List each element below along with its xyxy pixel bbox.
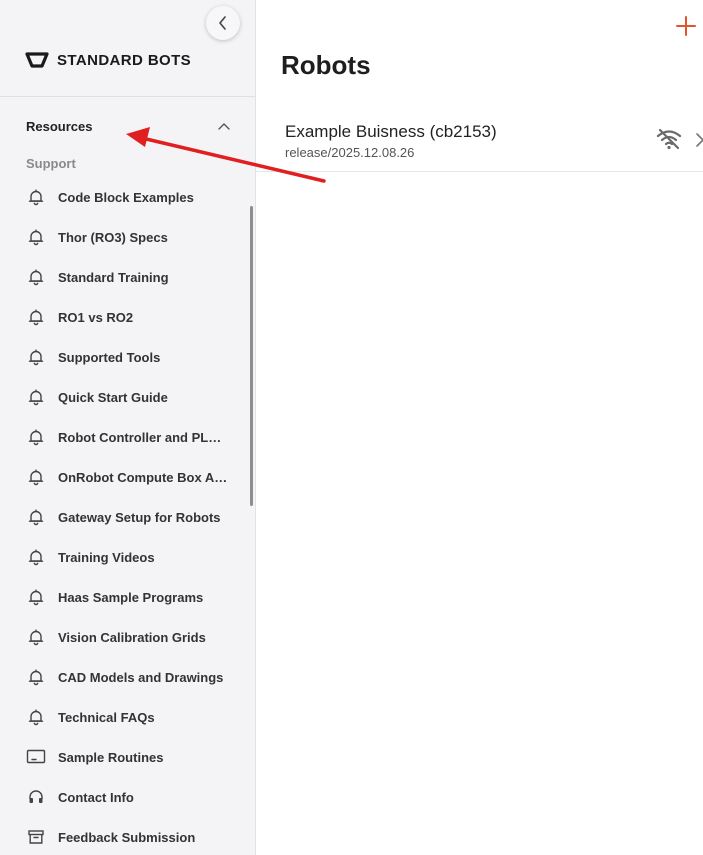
robot-version: release/2025.12.08.26 [285, 145, 415, 160]
bell-icon [26, 707, 46, 727]
bell-icon [26, 307, 46, 327]
sidebar-item[interactable]: Robot Controller and PLC Integration [0, 417, 255, 457]
sidebar-item-label: Sample Routines [58, 749, 164, 765]
sidebar-item[interactable]: CAD Models and Drawings [0, 657, 255, 697]
brand-logo[interactable]: STANDARD BOTS [25, 51, 191, 69]
sidebar-item[interactable]: Technical FAQs [0, 697, 255, 737]
bell-icon [26, 227, 46, 247]
wifi-off-icon [656, 128, 682, 150]
sidebar-divider [0, 96, 255, 97]
sidebar-item[interactable]: Contact Info [0, 777, 255, 817]
sidebar-item-label: Training Videos [58, 549, 155, 565]
resources-section-toggle[interactable]: Resources [26, 116, 231, 136]
bell-icon [26, 467, 46, 487]
robot-list-item[interactable]: Example Buisness (cb2153) release/2025.1… [256, 110, 703, 172]
add-robot-button[interactable] [674, 14, 698, 38]
bell-icon [26, 627, 46, 647]
sidebar-item-label: Thor (RO3) Specs [58, 229, 168, 245]
robot-name: Example Buisness (cb2153) [285, 122, 497, 141]
bell-icon [26, 427, 46, 447]
bell-icon [26, 547, 46, 567]
sidebar-item[interactable]: RO1 vs RO2 [0, 297, 255, 337]
sidebar-item-label: Technical FAQs [58, 709, 155, 725]
sidebar-item[interactable]: Supported Tools [0, 337, 255, 377]
sidebar-item-label: OnRobot Compute Box Adapter [58, 469, 230, 485]
sidebar-item-label: Haas Sample Programs [58, 589, 204, 605]
bell-icon [26, 187, 46, 207]
sidebar-item-label: Gateway Setup for Robots [58, 509, 221, 525]
chevron-left-icon [219, 16, 226, 30]
support-menu: Code Block Examples Thor (RO3) Specs Stand… [0, 177, 255, 855]
sidebar-item-label: Code Block Examples [58, 189, 194, 205]
page-title: Robots [281, 50, 371, 80]
main-content: Robots Example Buisness (cb2153) release… [256, 0, 703, 855]
support-group-label: Support [26, 156, 76, 171]
bell-icon [26, 387, 46, 407]
bell-icon [26, 347, 46, 367]
bell-icon [26, 667, 46, 687]
sidebar-item-label: Vision Calibration Grids [58, 629, 206, 645]
sidebar-item-label: Supported Tools [58, 349, 161, 365]
chevron-up-icon [218, 123, 230, 130]
sidebar-item-label: Robot Controller and PLC Integration [58, 429, 230, 445]
sidebar-item[interactable]: Standard Training [0, 257, 255, 297]
archive-box-icon [26, 827, 46, 847]
bell-icon [26, 587, 46, 607]
sidebar-item-label: RO1 vs RO2 [58, 309, 134, 325]
sidebar-item-label: Contact Info [58, 789, 134, 805]
sidebar-item[interactable]: Haas Sample Programs [0, 577, 255, 617]
sidebar: STANDARD BOTS Resources Support Code Blo… [0, 0, 256, 855]
sidebar-item[interactable]: Training Videos [0, 537, 255, 577]
sidebar-item-label: Feedback Submission [58, 829, 196, 845]
bell-icon [26, 507, 46, 527]
sidebar-item[interactable]: Code Block Examples [0, 177, 255, 217]
sidebar-item[interactable]: Gateway Setup for Robots [0, 497, 255, 537]
sidebar-item-label: Quick Start Guide [58, 389, 168, 405]
sidebar-item[interactable]: OnRobot Compute Box Adapter [0, 457, 255, 497]
headset-icon [26, 787, 46, 807]
sidebar-item[interactable]: Thor (RO3) Specs [0, 217, 255, 257]
monitor-icon [26, 747, 46, 767]
bell-icon [26, 267, 46, 287]
sidebar-item[interactable]: Sample Routines [0, 737, 255, 777]
sidebar-item[interactable]: Vision Calibration Grids [0, 617, 255, 657]
resources-section-title: Resources [26, 118, 93, 134]
sidebar-item[interactable]: Feedback Submission [0, 817, 255, 855]
sidebar-item[interactable]: Quick Start Guide [0, 377, 255, 417]
plus-icon [676, 16, 696, 36]
collapse-sidebar-button[interactable] [206, 6, 240, 40]
standard-bots-logo-icon [25, 52, 49, 68]
sidebar-scrollbar[interactable] [250, 206, 253, 506]
chevron-right-icon [696, 133, 703, 147]
brand-name: STANDARD BOTS [57, 51, 192, 69]
sidebar-item-label: Standard Training [58, 269, 169, 285]
sidebar-item-label: CAD Models and Drawings [58, 669, 224, 685]
